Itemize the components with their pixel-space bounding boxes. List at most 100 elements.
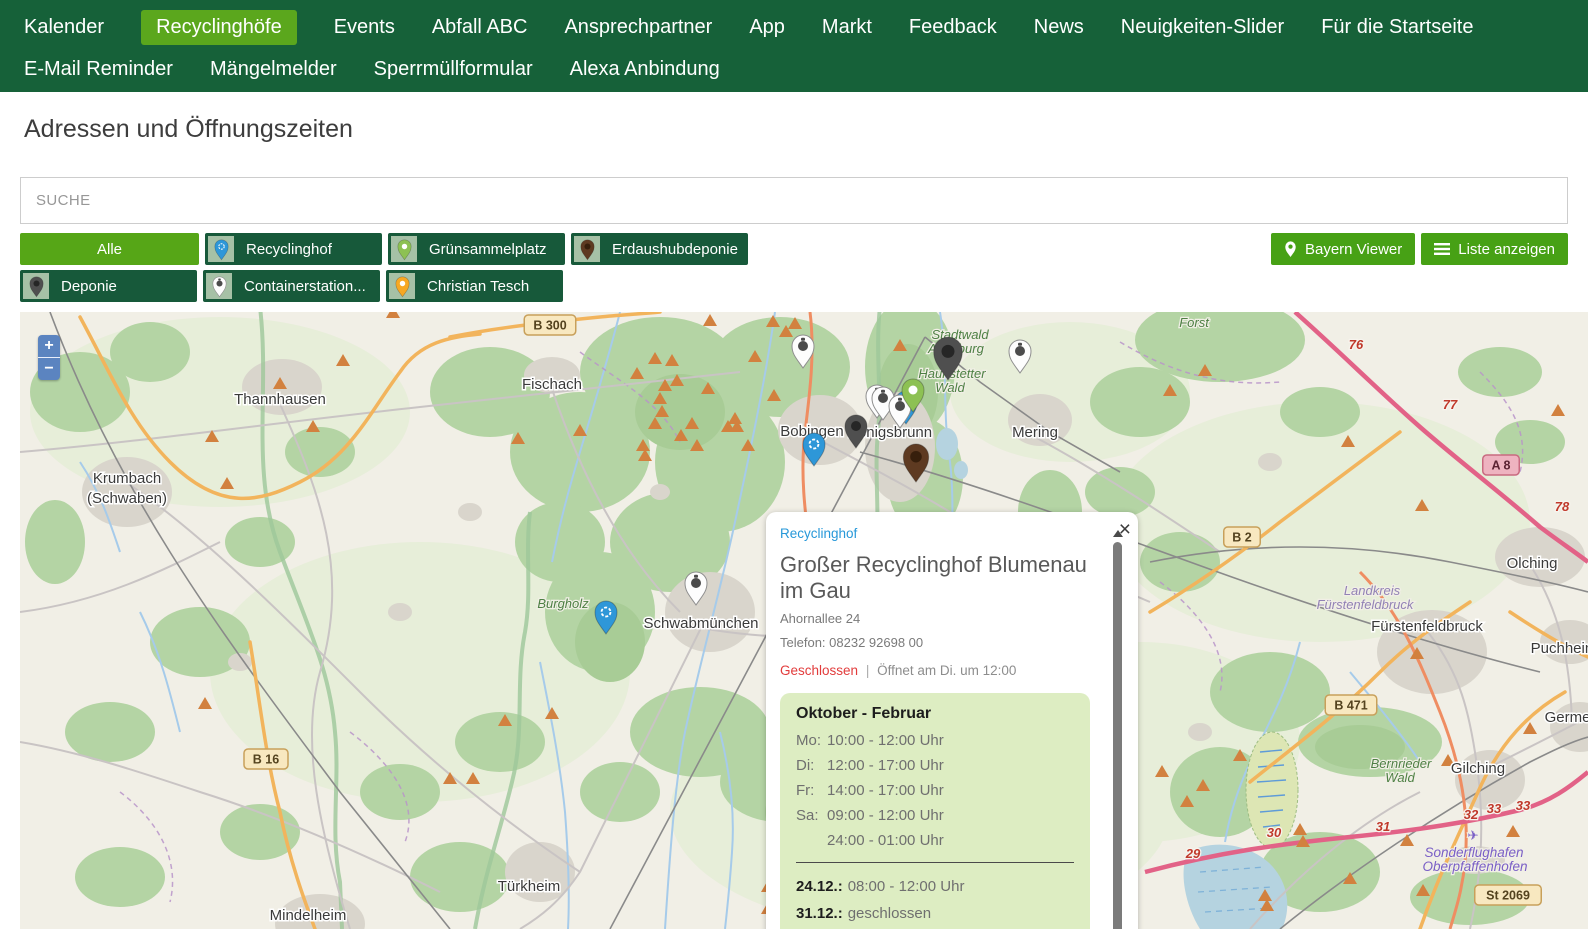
road-badge-st-2069: St 2069 (1475, 885, 1542, 905)
nav-item-events[interactable]: Events (334, 16, 395, 39)
filter-button-christian-tesch[interactable]: Christian Tesch (386, 270, 563, 302)
svg-text:B 471: B 471 (1334, 699, 1367, 713)
popup-address: Ahornallee 24 (780, 611, 1090, 626)
list-icon (1434, 242, 1450, 256)
svg-text:St 2069: St 2069 (1486, 889, 1530, 903)
popup-content: Recyclinghof Großer Recyclinghof Blumena… (766, 512, 1138, 929)
filter-label: Christian Tesch (427, 278, 529, 295)
top-navigation: Kalender Recyclinghöfe Events Abfall ABC Ans… (0, 0, 1588, 92)
hours-time: 10:00 - 12:00 Uhr (827, 728, 944, 753)
filter-button-grünsammelplatz[interactable]: Grünsammelplatz (388, 233, 565, 265)
nav-item-e-mail-reminder[interactable]: E-Mail Reminder (24, 58, 173, 81)
area-label-forst: Forst (1179, 315, 1210, 330)
filter-row-2: Deponie Containerstation... Christian Tesc… (20, 270, 1568, 302)
hours-season: Oktober - Februar (796, 705, 1074, 723)
special-hours-row: 24.12.: 08:00 - 12:00 Uhr (796, 873, 1074, 900)
bayern-viewer-button[interactable]: Bayern Viewer (1271, 233, 1415, 265)
nav-item-mängelmelder[interactable]: Mängelmelder (210, 58, 337, 81)
search-input[interactable] (20, 177, 1568, 224)
town-label-thannhausen: Thannhausen (234, 391, 326, 408)
filter-button-deponie[interactable]: Deponie (20, 270, 197, 302)
area-label-wald: Wald (935, 380, 965, 395)
special-date: 24.12.: (796, 878, 843, 895)
road-badge-b-300: B 300 (524, 315, 576, 335)
town-label-puchheim: Puchheim (1531, 640, 1588, 657)
action-label: Liste anzeigen (1458, 241, 1555, 258)
map-action-buttons: Bayern Viewer Liste anzeigen (1271, 233, 1568, 265)
town-label-germering: Germering (1545, 709, 1588, 726)
special-info: geschlossen (848, 905, 931, 922)
popup-category-link[interactable]: Recyclinghof (780, 526, 1090, 541)
scrollbar-thumb[interactable] (1113, 542, 1122, 929)
status-divider: | (866, 663, 870, 678)
recycling-pin-icon (208, 236, 234, 262)
filter-area: AlleRecyclinghof Grünsammelplatz Erdaushub… (20, 233, 1568, 301)
hours-row: Di:12:00 - 17:00 Uhr (796, 753, 1074, 778)
road-badge-b-471: B 471 (1325, 695, 1377, 715)
nav-item-recyclinghöfe[interactable]: Recyclinghöfe (141, 10, 297, 45)
motorway-exit-number: 30 (1267, 825, 1282, 840)
nav-item-markt[interactable]: Markt (822, 16, 872, 39)
hours-time: 14:00 - 17:00 Uhr (827, 778, 944, 803)
motorway-exit-number: 33 (1516, 798, 1531, 813)
nav-item-feedback[interactable]: Feedback (909, 16, 997, 39)
svg-text:B 2: B 2 (1232, 531, 1252, 545)
hours-day: Sa: (796, 803, 827, 828)
scrollbar-up-arrow[interactable] (1113, 530, 1123, 537)
filter-button-alle[interactable]: Alle (20, 233, 199, 265)
road-badge-b-16: B 16 (244, 749, 288, 769)
hours-special-dates: 24.12.:08:00 - 12:00 Uhr31.12.:geschloss… (796, 873, 1074, 927)
filter-label: Containerstation... (244, 278, 366, 295)
opening-hours-box: Oktober - Februar Mo:10:00 - 12:00 UhrDi… (780, 693, 1090, 929)
nav-item-ansprechpartner[interactable]: Ansprechpartner (564, 16, 712, 39)
tesch-pin-icon (389, 273, 415, 299)
location-popup: Recyclinghof Großer Recyclinghof Blumena… (766, 512, 1138, 929)
special-info: 08:00 - 12:00 Uhr (848, 878, 965, 895)
deponie-pin-icon (23, 273, 49, 299)
town-label-gilching: Gilching (1451, 760, 1505, 777)
motorway-exit-number: 76 (1349, 337, 1364, 352)
airport-label: Oberpfaffenhofen (1422, 859, 1527, 874)
filter-button-recyclinghof[interactable]: Recyclinghof (205, 233, 382, 265)
map-zoom-control: + − (38, 335, 60, 380)
town-label-fischach: Fischach (522, 376, 582, 393)
motorway-exit-number: 29 (1185, 846, 1201, 861)
nav-item-neuigkeiten-slider[interactable]: Neuigkeiten-Slider (1121, 16, 1284, 39)
nav-item-news[interactable]: News (1034, 16, 1084, 39)
erdaushub-pin-icon (574, 236, 600, 262)
nav-row-primary: Kalender Recyclinghöfe Events Abfall ABC Ans… (24, 6, 1588, 48)
status-info: Öffnet am Di. um 12:00 (877, 663, 1016, 678)
nav-item-kalender[interactable]: Kalender (24, 16, 104, 39)
popup-phone: Telefon: 08232 92698 00 (780, 635, 1090, 650)
area-label-burgholz: Burgholz (537, 596, 589, 611)
filter-label: Deponie (61, 278, 117, 295)
town-label-schwabmünchen: Schwabmünchen (643, 615, 758, 632)
status-closed: Geschlossen (780, 663, 858, 678)
map[interactable]: + − (20, 312, 1588, 929)
nav-item-abfall-abc[interactable]: Abfall ABC (432, 16, 528, 39)
zoom-in-button[interactable]: + (38, 335, 60, 358)
town-label-krumbach: Krumbach (93, 470, 161, 487)
hours-rows: Mo:10:00 - 12:00 UhrDi:12:00 - 17:00 Uhr… (796, 728, 1074, 853)
hours-day: Fr: (796, 778, 827, 803)
town-label-schwaben: (Schwaben) (87, 490, 167, 507)
filter-label: Erdaushubdeponie (612, 241, 738, 258)
nav-item-alexa-anbindung[interactable]: Alexa Anbindung (570, 58, 720, 81)
svg-text:B 16: B 16 (253, 753, 279, 767)
nav-item-für-die-startseite[interactable]: Für die Startseite (1321, 16, 1473, 39)
hours-day (796, 828, 827, 853)
liste-anzeigen-button[interactable]: Liste anzeigen (1421, 233, 1568, 265)
filter-button-erdaushubdeponie[interactable]: Erdaushubdeponie (571, 233, 748, 265)
nav-item-app[interactable]: App (749, 16, 785, 39)
search-container (20, 177, 1568, 224)
hours-divider (796, 862, 1074, 863)
zoom-out-button[interactable]: − (38, 358, 60, 380)
filter-button-containerstation[interactable]: Containerstation... (203, 270, 380, 302)
map-pin-icon (1284, 240, 1297, 258)
airport-label: Sonderflughafen (1424, 845, 1523, 860)
nav-item-sperrmüllformular[interactable]: Sperrmüllformular (374, 58, 533, 81)
hours-time: 24:00 - 01:00 Uhr (827, 828, 944, 853)
road-badge-a-8: A 8 (1483, 455, 1520, 475)
filter-label: Grünsammelplatz (429, 241, 547, 258)
hours-time: 12:00 - 17:00 Uhr (827, 753, 944, 778)
